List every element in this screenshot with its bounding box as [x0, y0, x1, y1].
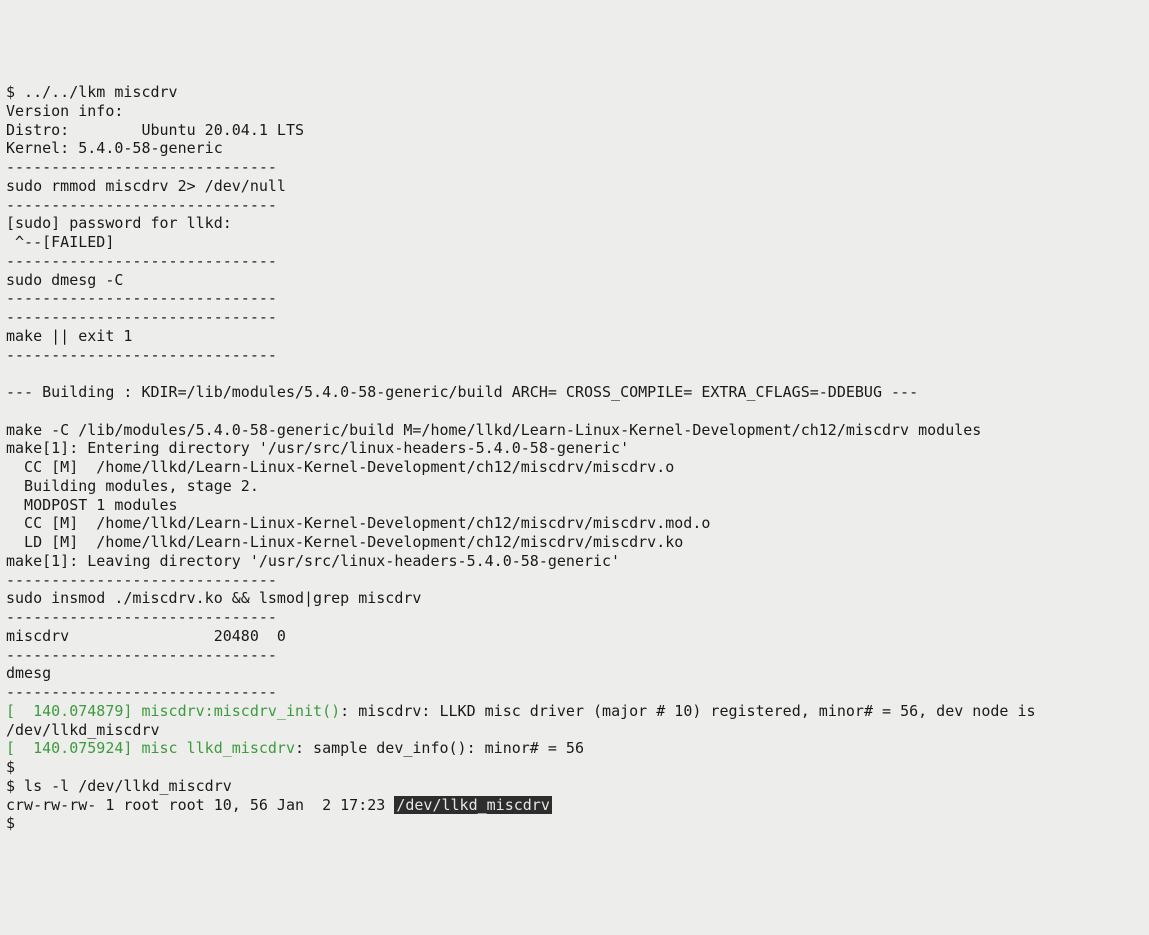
- text-run: : sample dev_info(): minor# = 56: [295, 739, 584, 757]
- text-run: crw-rw-rw- 1 root root 10, 56 Jan 2 17:2…: [6, 796, 394, 814]
- text-run: MODPOST 1 modules: [6, 496, 178, 514]
- dmesg-colored-text: [ 140.075924]: [6, 739, 141, 757]
- terminal-line: MODPOST 1 modules: [6, 496, 1143, 515]
- text-run: make || exit 1: [6, 327, 132, 345]
- text-run: make -C /lib/modules/5.4.0-58-generic/bu…: [6, 421, 981, 439]
- terminal-line: [ 140.074879] miscdrv:miscdrv_init(): mi…: [6, 702, 1143, 721]
- text-run: ^--[FAILED]: [6, 233, 114, 251]
- highlighted-text: /dev/llkd_miscdrv: [394, 796, 552, 814]
- terminal-line: dmesg: [6, 664, 1143, 683]
- terminal-line: make[1]: Entering directory '/usr/src/li…: [6, 439, 1143, 458]
- terminal-line: $ ls -l /dev/llkd_miscdrv: [6, 777, 1143, 796]
- terminal-line: --- Building : KDIR=/lib/modules/5.4.0-5…: [6, 383, 1143, 402]
- text-run: Distro: Ubuntu 20.04.1 LTS: [6, 121, 304, 139]
- text-run: CC [M] /home/llkd/Learn-Linux-Kernel-Dev…: [6, 514, 710, 532]
- text-run: ------------------------------: [6, 196, 277, 214]
- text-run: make[1]: Leaving directory '/usr/src/lin…: [6, 552, 620, 570]
- text-run: Kernel: 5.4.0-58-generic: [6, 139, 223, 157]
- terminal-line: ^--[FAILED]: [6, 233, 1143, 252]
- terminal-line: sudo insmod ./miscdrv.ko && lsmod|grep m…: [6, 589, 1143, 608]
- text-run: ------------------------------: [6, 608, 277, 626]
- terminal-line: /dev/llkd_miscdrv: [6, 721, 1143, 740]
- terminal-line: $: [6, 814, 1143, 833]
- terminal-line: $: [6, 758, 1143, 777]
- text-run: $ ls -l /dev/llkd_miscdrv: [6, 777, 232, 795]
- text-run: Version info:: [6, 102, 123, 120]
- text-run: $: [6, 814, 24, 832]
- terminal-line: [6, 364, 1143, 383]
- text-run: $ ../../lkm miscdrv: [6, 83, 178, 101]
- text-run: sudo dmesg -C: [6, 271, 123, 289]
- text-run: ------------------------------: [6, 646, 277, 664]
- terminal-line: CC [M] /home/llkd/Learn-Linux-Kernel-Dev…: [6, 458, 1143, 477]
- text-run: /dev/llkd_miscdrv: [6, 721, 160, 739]
- terminal-line: ------------------------------: [6, 158, 1143, 177]
- terminal-line: ------------------------------: [6, 608, 1143, 627]
- terminal-line: make || exit 1: [6, 327, 1143, 346]
- terminal-line: $ ../../lkm miscdrv: [6, 83, 1143, 102]
- terminal-line: Building modules, stage 2.: [6, 477, 1143, 496]
- text-run: [sudo] password for llkd:: [6, 214, 241, 232]
- terminal-line: [ 140.075924] misc llkd_miscdrv: sample …: [6, 739, 1143, 758]
- text-run: sudo rmmod miscdrv 2> /dev/null: [6, 177, 286, 195]
- terminal-line: [6, 402, 1143, 421]
- text-run: miscdrv 20480 0: [6, 627, 286, 645]
- text-run: sudo insmod ./miscdrv.ko && lsmod|grep m…: [6, 589, 421, 607]
- text-run: make[1]: Entering directory '/usr/src/li…: [6, 439, 629, 457]
- text-run: Building modules, stage 2.: [6, 477, 259, 495]
- terminal-line: Distro: Ubuntu 20.04.1 LTS: [6, 121, 1143, 140]
- text-run: ------------------------------: [6, 252, 277, 270]
- terminal-line: LD [M] /home/llkd/Learn-Linux-Kernel-Dev…: [6, 533, 1143, 552]
- dmesg-colored-text: misc llkd_miscdrv: [141, 739, 295, 757]
- terminal-line: Kernel: 5.4.0-58-generic: [6, 139, 1143, 158]
- terminal-line: ------------------------------: [6, 289, 1143, 308]
- terminal-line: ------------------------------: [6, 252, 1143, 271]
- terminal-line: ------------------------------: [6, 196, 1143, 215]
- terminal-line: make[1]: Leaving directory '/usr/src/lin…: [6, 552, 1143, 571]
- terminal-line: make -C /lib/modules/5.4.0-58-generic/bu…: [6, 421, 1143, 440]
- text-run: LD [M] /home/llkd/Learn-Linux-Kernel-Dev…: [6, 533, 683, 551]
- text-run: ------------------------------: [6, 571, 277, 589]
- text-run: CC [M] /home/llkd/Learn-Linux-Kernel-Dev…: [6, 458, 674, 476]
- text-run: ------------------------------: [6, 289, 277, 307]
- terminal-line: ------------------------------: [6, 571, 1143, 590]
- terminal-line: miscdrv 20480 0: [6, 627, 1143, 646]
- terminal-line: Version info:: [6, 102, 1143, 121]
- text-run: : miscdrv: LLKD misc driver (major # 10)…: [340, 702, 1044, 720]
- terminal-line: CC [M] /home/llkd/Learn-Linux-Kernel-Dev…: [6, 514, 1143, 533]
- text-run: dmesg: [6, 664, 51, 682]
- dmesg-colored-text: [ 140.074879]: [6, 702, 141, 720]
- terminal-line: ------------------------------: [6, 346, 1143, 365]
- text-run: $: [6, 758, 24, 776]
- text-run: ------------------------------: [6, 158, 277, 176]
- text-run: --- Building : KDIR=/lib/modules/5.4.0-5…: [6, 383, 918, 401]
- terminal-line: ------------------------------: [6, 683, 1143, 702]
- terminal-output: $ ../../lkm miscdrvVersion info:Distro: …: [6, 83, 1143, 833]
- dmesg-colored-text: miscdrv:miscdrv_init(): [141, 702, 340, 720]
- terminal-line: crw-rw-rw- 1 root root 10, 56 Jan 2 17:2…: [6, 796, 1143, 815]
- terminal-line: sudo rmmod miscdrv 2> /dev/null: [6, 177, 1143, 196]
- terminal-line: ------------------------------: [6, 646, 1143, 665]
- terminal-line: ------------------------------: [6, 308, 1143, 327]
- terminal-line: sudo dmesg -C: [6, 271, 1143, 290]
- text-run: ------------------------------: [6, 683, 277, 701]
- text-run: ------------------------------: [6, 346, 277, 364]
- terminal-line: [sudo] password for llkd:: [6, 214, 1143, 233]
- text-run: ------------------------------: [6, 308, 277, 326]
